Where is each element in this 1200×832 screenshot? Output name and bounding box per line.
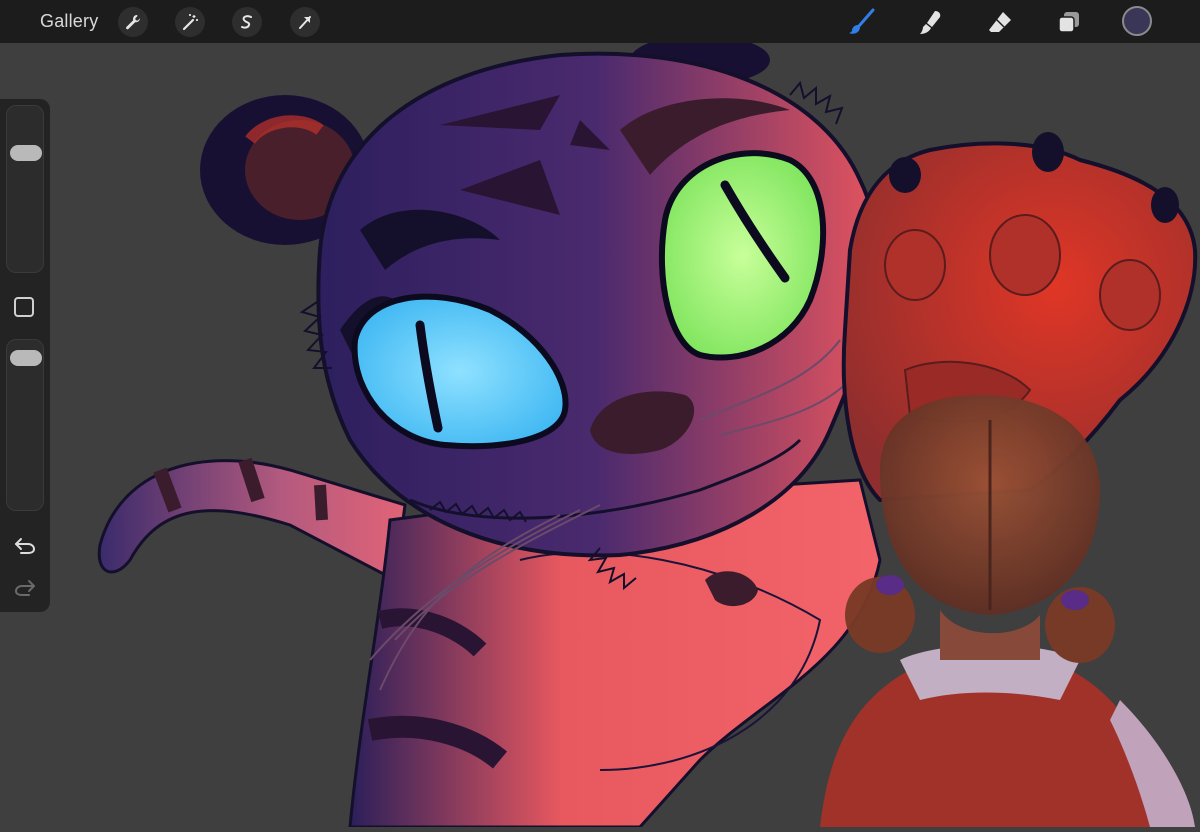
brush-icon[interactable] [845, 6, 877, 38]
color-picker-button[interactable] [1122, 6, 1152, 36]
wrench-icon[interactable] [118, 7, 148, 37]
arrow-cursor-icon[interactable] [290, 7, 320, 37]
smudge-icon[interactable] [914, 6, 946, 38]
square-modifier-icon[interactable] [14, 297, 34, 317]
magic-wand-icon[interactable] [175, 7, 205, 37]
drawing-canvas[interactable] [0, 35, 1200, 829]
gallery-button[interactable]: Gallery [40, 11, 98, 32]
top-toolbar: Gallery [0, 0, 1200, 43]
eraser-icon[interactable] [984, 6, 1016, 38]
left-sidebar [0, 99, 50, 612]
opacity-slider[interactable] [6, 339, 44, 511]
tiger-illustration [97, 35, 1198, 829]
redo-icon[interactable] [13, 575, 37, 599]
opacity-thumb[interactable] [10, 350, 42, 367]
brush-size-slider[interactable] [6, 105, 44, 273]
brush-size-thumb[interactable] [10, 145, 42, 161]
selection-s-icon[interactable] [232, 7, 262, 37]
layers-icon[interactable] [1053, 6, 1085, 38]
undo-icon[interactable] [13, 533, 37, 557]
